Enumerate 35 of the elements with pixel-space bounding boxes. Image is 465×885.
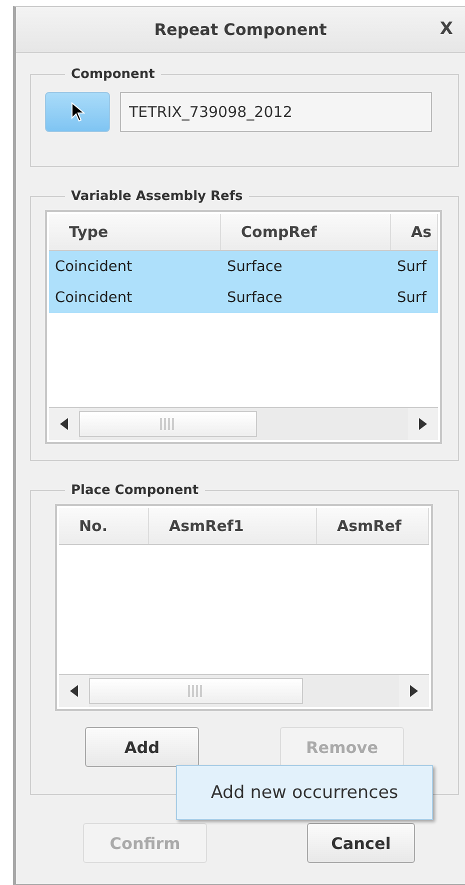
column-header[interactable]: Type [49,214,221,250]
cursor-icon [70,102,84,122]
table-cell-text: Surface [226,288,284,308]
scrollbar-thumb[interactable] [89,678,303,704]
column-header[interactable]: AsmRef1 [149,508,317,544]
left-arrow-icon[interactable] [70,685,78,697]
table-cell-text: Surf [396,288,428,308]
horizontal-scrollbar[interactable] [49,407,438,440]
select-button[interactable] [45,92,110,132]
table-cell-text: Surface [226,258,284,276]
right-arrow-icon[interactable] [419,418,427,430]
right-arrow-icon[interactable] [410,685,418,697]
horizontal-scrollbar[interactable] [59,674,429,707]
table-row[interactable]: Coincident Surface Surf [49,251,438,282]
window-title: Repeat Component [154,20,327,39]
group-legend: Place Component [65,483,205,498]
grip-icon [160,418,176,430]
column-header[interactable]: As [391,214,438,250]
column-header[interactable]: CompRef [221,214,391,250]
group-legend: Variable Assembly Refs [65,189,249,204]
column-header[interactable]: No. [59,508,149,544]
grip-icon [188,685,204,697]
column-header[interactable]: AsmRef [317,508,429,544]
table-cell-text: Surf [396,258,428,276]
left-arrow-icon[interactable] [60,418,68,430]
scrollbar-thumb[interactable] [79,411,257,437]
cancel-button[interactable]: Cancel [307,823,415,863]
close-button[interactable]: X [436,17,457,41]
group-legend: Component [65,67,161,82]
table-cell-text: Coincident [54,258,134,276]
add-button[interactable]: Add [85,727,199,767]
tooltip: Add new occurrences [176,765,433,820]
table-cell-text: Coincident [54,288,134,308]
table-row[interactable]: Coincident Surface Surf [49,282,438,313]
component-field[interactable]: TETRIX_739098_2012 [120,92,432,132]
